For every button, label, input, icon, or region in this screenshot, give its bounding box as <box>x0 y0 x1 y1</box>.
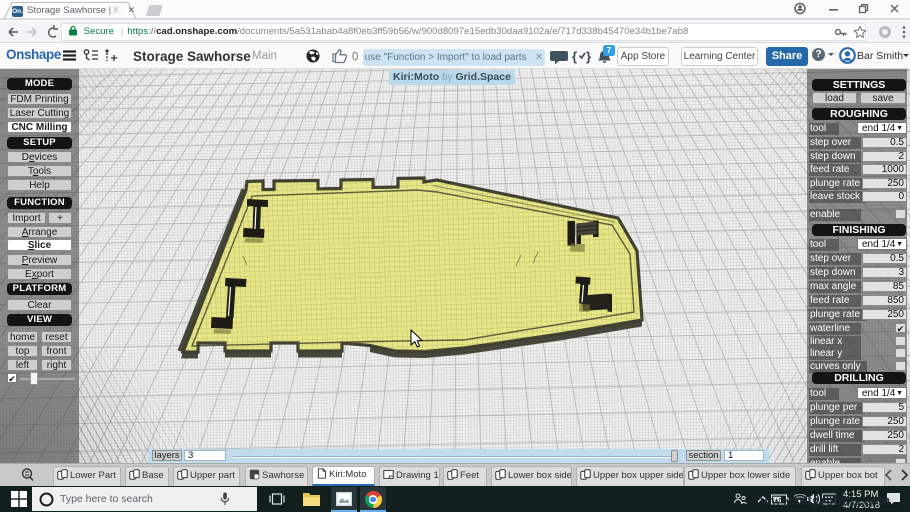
svg-text:0: 0 <box>352 52 358 64</box>
svg-text:}: } <box>586 49 591 64</box>
svg-text:{: { <box>572 49 577 64</box>
